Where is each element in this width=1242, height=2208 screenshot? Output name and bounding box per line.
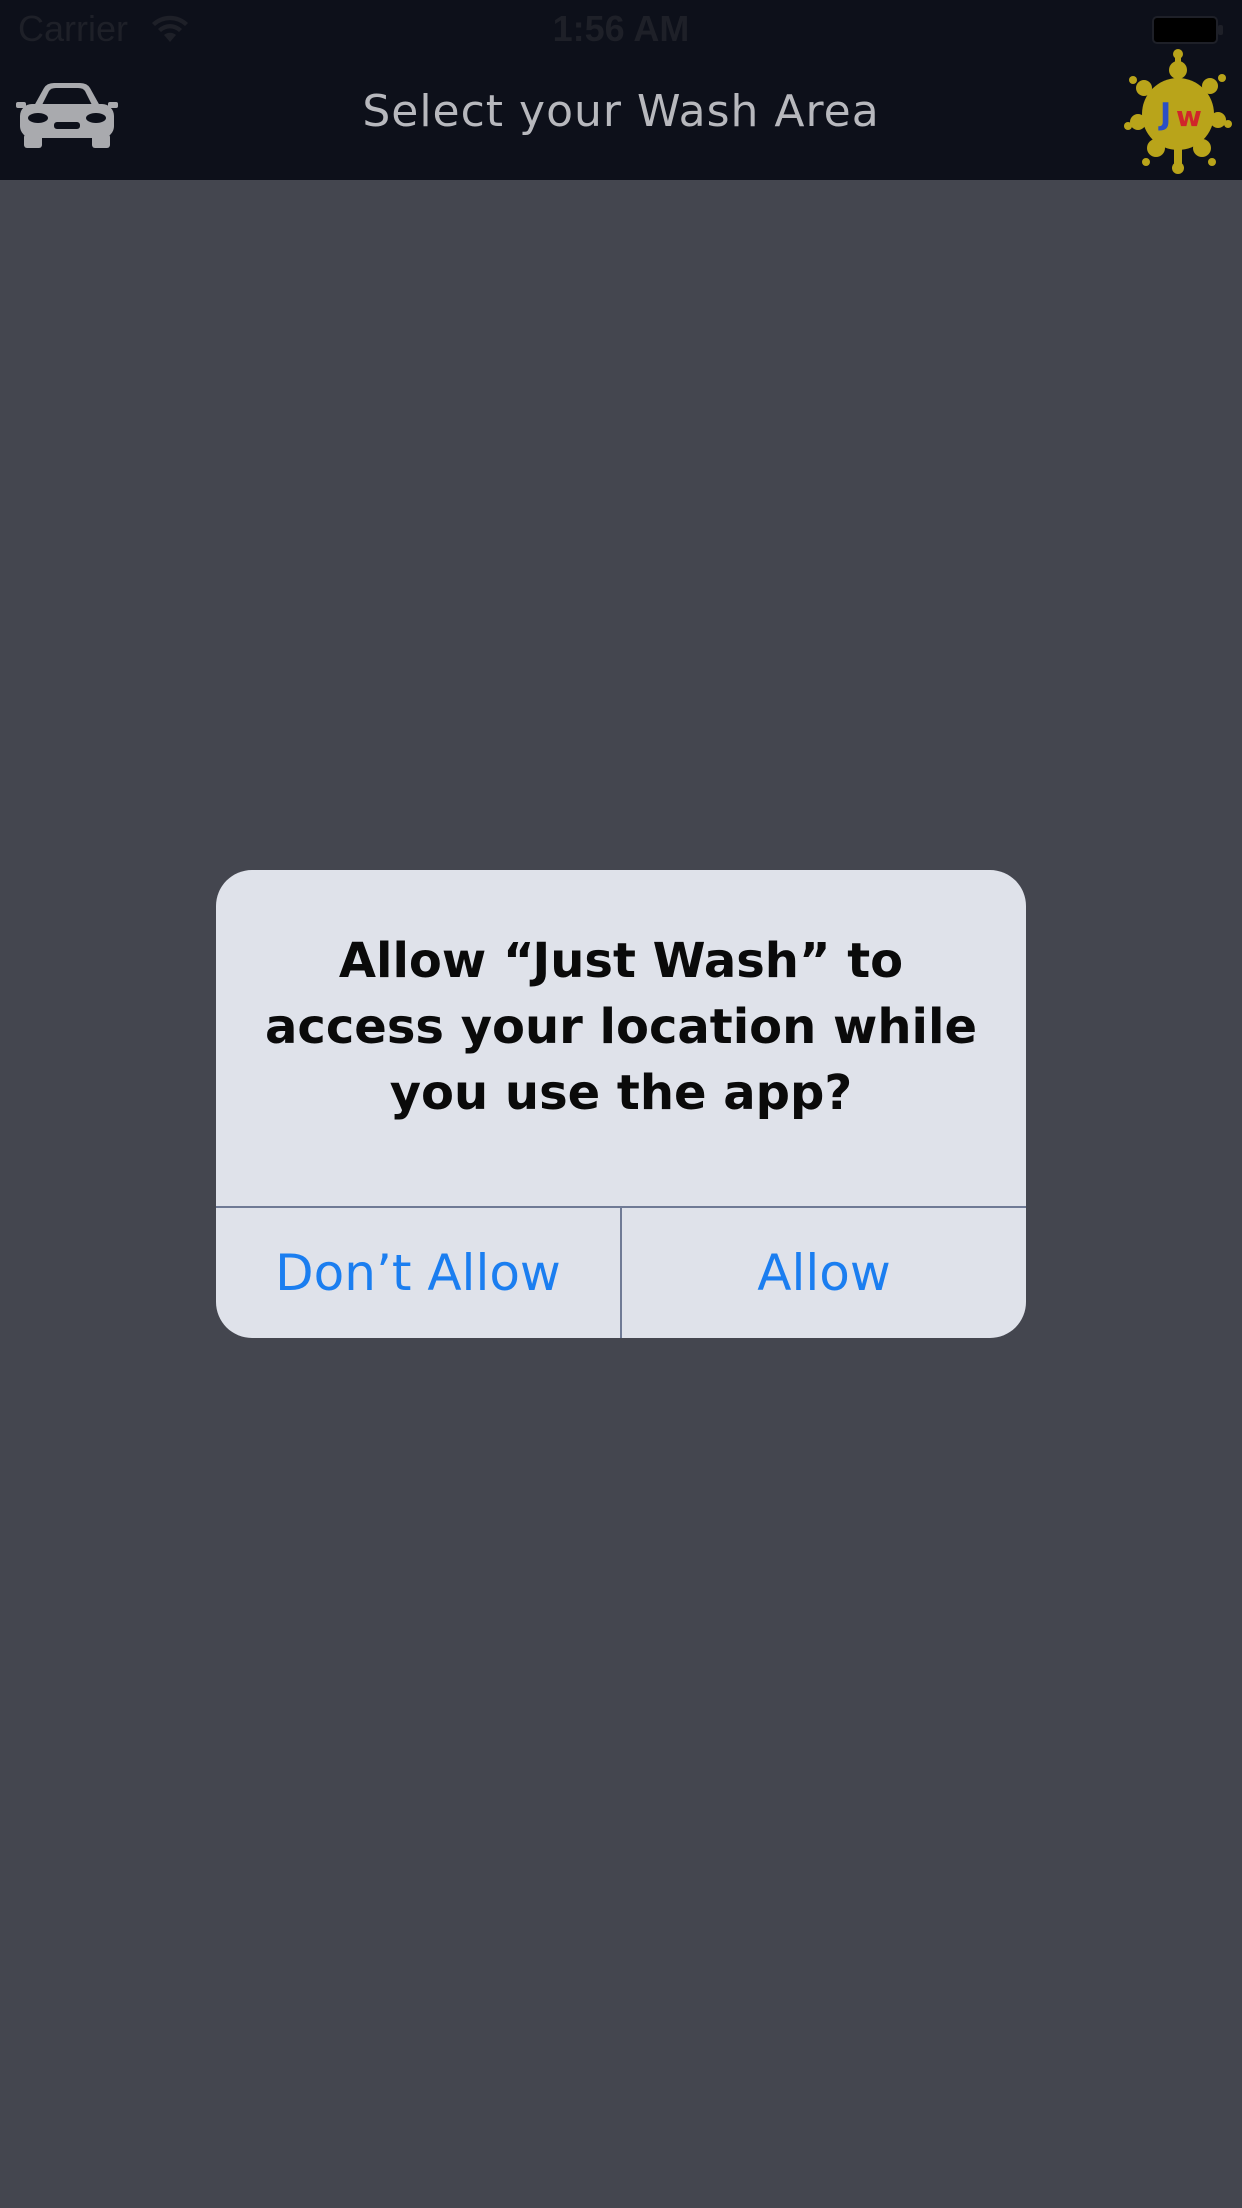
alert-message: Allow “Just Wash” to access your locatio…	[264, 933, 978, 1121]
nav-bar: Select your Wash Area J w	[0, 49, 1242, 180]
allow-button[interactable]: Allow	[622, 1208, 1026, 1338]
logo-j-text: J	[1158, 97, 1171, 132]
status-time: 1:56 AM	[552, 8, 690, 49]
battery-icon	[1152, 16, 1223, 44]
nav-title: Select your Wash Area	[362, 86, 880, 137]
dont-allow-button[interactable]: Don’t Allow	[216, 1208, 620, 1338]
status-bar: Carrier 1:56 AM	[0, 0, 1242, 60]
logo-w-text: w	[1176, 100, 1202, 133]
header: Carrier 1:56 AM Select your Wash Area J …	[0, 0, 1242, 180]
just-wash-logo-icon[interactable]: J w	[1124, 46, 1232, 176]
screen: Carrier 1:56 AM Select your Wash Area J …	[0, 0, 1242, 2208]
location-permission-alert: Allow “Just Wash” to access your locatio…	[216, 870, 1026, 1338]
